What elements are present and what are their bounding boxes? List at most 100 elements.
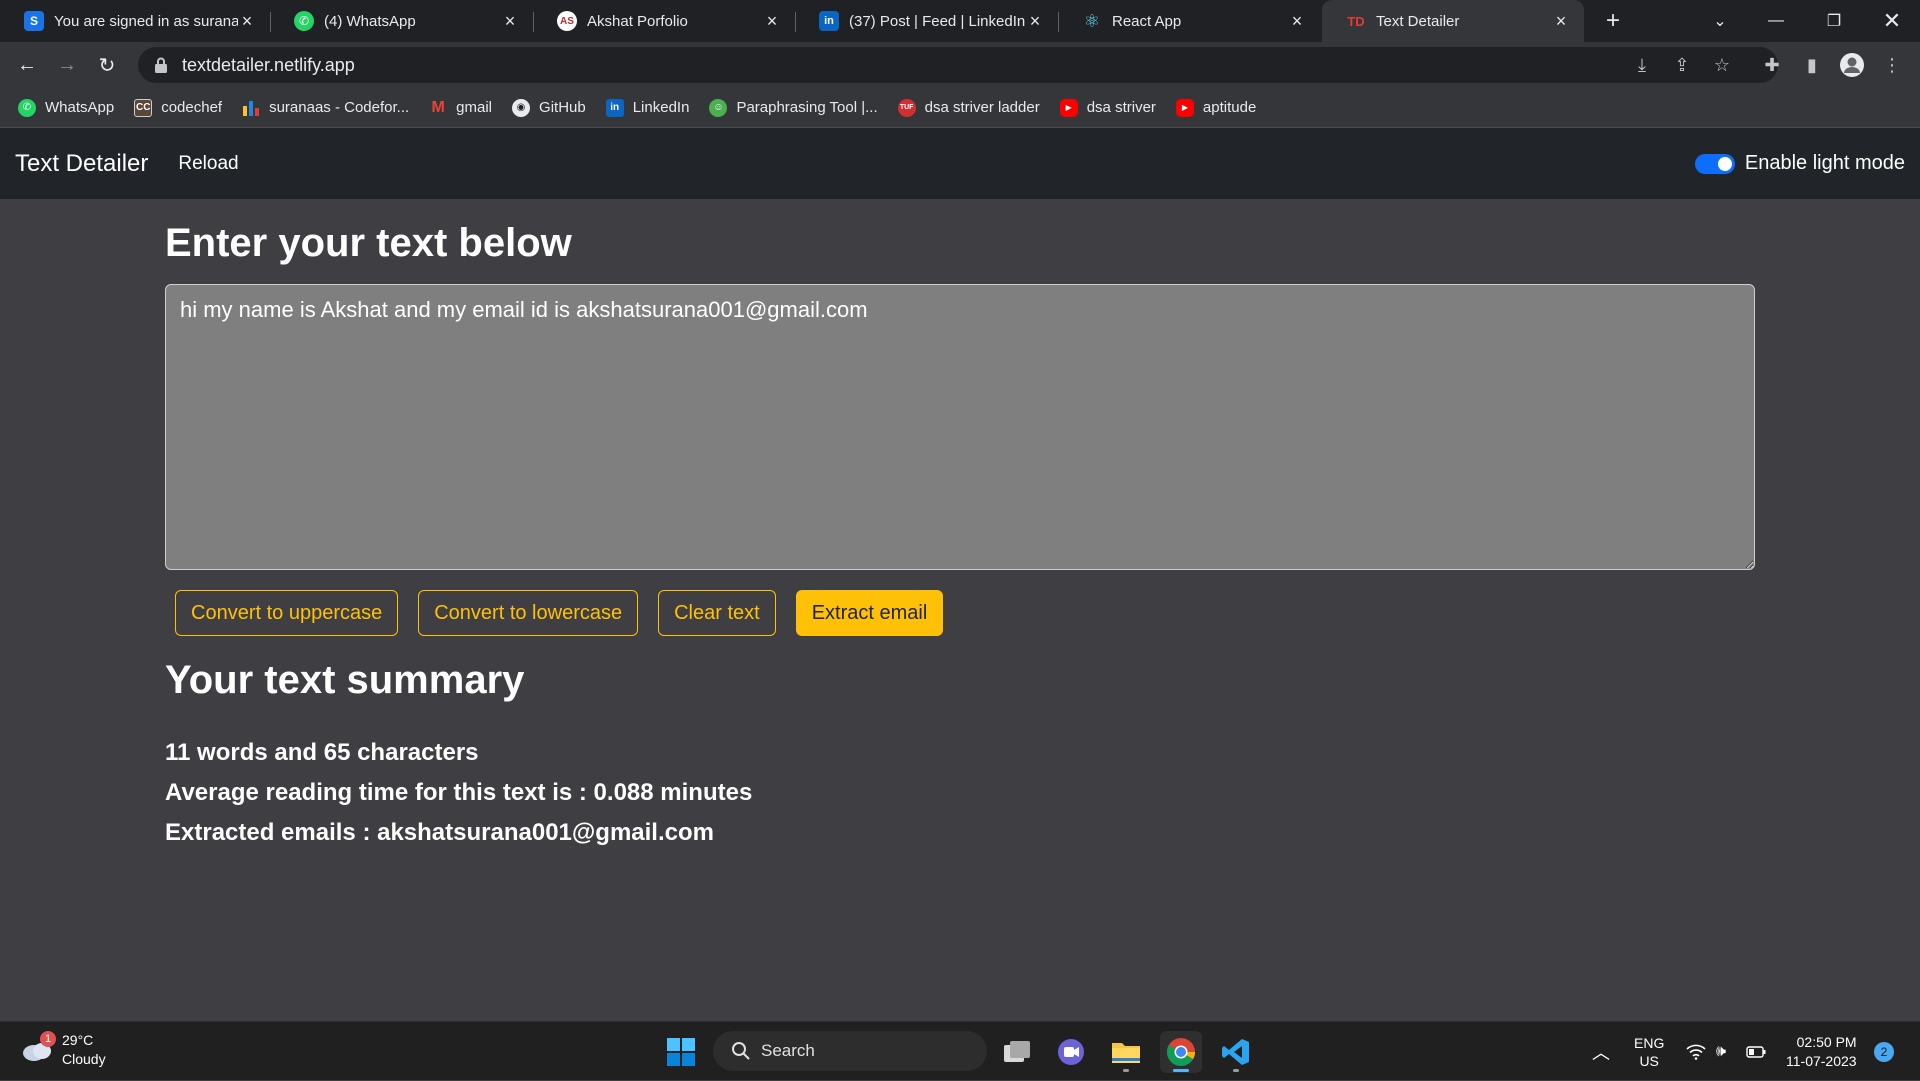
- tab-whatsapp[interactable]: ✆ (4) WhatsApp ×: [270, 0, 534, 42]
- install-icon[interactable]: ⤓: [1628, 51, 1656, 79]
- forward-button[interactable]: →: [52, 50, 82, 80]
- tab-search-chevron-icon[interactable]: ⌄: [1692, 0, 1748, 42]
- battery-icon[interactable]: [1746, 1022, 1766, 1081]
- close-icon[interactable]: ×: [1552, 11, 1570, 32]
- input-heading: Enter your text below: [165, 221, 572, 265]
- toggle-label[interactable]: Enable light mode: [1745, 152, 1905, 175]
- td-logo-icon: TD: [1347, 13, 1365, 29]
- clock[interactable]: 02:50 PM 11-07-2023: [1786, 1022, 1857, 1081]
- notification-badge[interactable]: 2: [1874, 1042, 1894, 1062]
- task-view-icon: [1004, 1041, 1030, 1062]
- paraphrase-icon: ☺: [709, 98, 728, 117]
- weather-temp: 29°C: [62, 1032, 94, 1048]
- text-input[interactable]: hi my name is Akshat and my email id is …: [165, 284, 1755, 570]
- bookmark-linkedin[interactable]: in LinkedIn: [605, 98, 690, 117]
- uppercase-button[interactable]: Convert to uppercase: [175, 590, 399, 636]
- bookmark-github[interactable]: ◉ GitHub: [512, 98, 586, 117]
- vscode-button[interactable]: [1215, 1031, 1257, 1073]
- bookmark-codechef[interactable]: CC codechef: [134, 98, 223, 117]
- reload-button[interactable]: ↻: [92, 50, 122, 80]
- bookmarks-bar: ✆ WhatsApp CC codechef suranaas - Codefo…: [0, 88, 1920, 128]
- tuf-icon: TUF: [897, 98, 916, 117]
- cloud-icon: 1: [20, 1031, 56, 1063]
- wifi-icon[interactable]: [1686, 1022, 1706, 1081]
- lang-bottom: US: [1639, 1052, 1659, 1069]
- gmail-icon: M: [431, 98, 445, 116]
- weather-widget[interactable]: 1 29°C Cloudy: [20, 1031, 106, 1069]
- search-placeholder: Search: [761, 1041, 815, 1060]
- close-icon[interactable]: ×: [1288, 11, 1306, 32]
- nav-reload-link[interactable]: Reload: [178, 153, 238, 175]
- extract-email-button[interactable]: Extract email: [795, 590, 944, 636]
- bookmark-label: codechef: [161, 99, 223, 116]
- codeforces-icon: [242, 99, 260, 117]
- taskbar-search[interactable]: Search: [713, 1031, 987, 1071]
- close-icon[interactable]: ×: [1026, 11, 1044, 32]
- url-text: textdetailer.netlify.app: [182, 54, 355, 75]
- chrome-button[interactable]: [1160, 1031, 1202, 1073]
- minimize-button[interactable]: —: [1748, 0, 1804, 42]
- tab-react-app[interactable]: ⚛ React App ×: [1058, 0, 1320, 42]
- bookmark-whatsapp[interactable]: ✆ WhatsApp: [18, 98, 115, 117]
- bookmark-star-icon[interactable]: ☆: [1708, 51, 1736, 79]
- tab-signed-in[interactable]: S You are signed in as surana ×: [0, 0, 271, 42]
- tab-text-detailer[interactable]: TD Text Detailer ×: [1322, 0, 1584, 42]
- lowercase-button[interactable]: Convert to lowercase: [418, 590, 639, 636]
- bookmark-codeforces[interactable]: suranaas - Codefor...: [242, 99, 409, 117]
- react-icon: ⚛: [1083, 10, 1101, 31]
- bookmark-label: WhatsApp: [45, 99, 115, 116]
- bookmark-gmail[interactable]: M gmail: [429, 98, 493, 117]
- lock-icon: [154, 57, 168, 73]
- bookmark-label: aptitude: [1202, 99, 1257, 116]
- browser-toolbar: ← → ↻ textdetailer.netlify.app ⤓ ⇪ ☆ ✚ ▮…: [0, 42, 1920, 88]
- tray-chevron-icon[interactable]: ︿: [1592, 1022, 1610, 1081]
- bookmark-dsa-striver[interactable]: ▶ dsa striver: [1059, 98, 1156, 117]
- weather-desc: Cloudy: [62, 1051, 106, 1067]
- side-panel-icon[interactable]: ▮: [1798, 51, 1826, 79]
- tab-title: (37) Post | Feed | LinkedIn: [849, 12, 1026, 30]
- youtube-icon: ▶: [1175, 98, 1194, 117]
- summary-heading: Your text summary: [165, 658, 525, 702]
- extensions-icon[interactable]: ✚: [1758, 51, 1786, 79]
- bookmark-aptitude[interactable]: ▶ aptitude: [1175, 98, 1257, 117]
- menu-kebab-icon[interactable]: ⋮: [1878, 51, 1906, 79]
- language-indicator[interactable]: ENG US: [1634, 1022, 1664, 1081]
- close-icon[interactable]: ×: [501, 11, 519, 32]
- running-indicator: [1173, 1069, 1189, 1072]
- browser-tabstrip: S You are signed in as surana × ✆ (4) Wh…: [0, 0, 1920, 42]
- task-view-button[interactable]: [996, 1031, 1038, 1073]
- new-tab-button[interactable]: +: [1598, 6, 1628, 36]
- profile-avatar[interactable]: [1838, 51, 1866, 79]
- extracted-emails: Extracted emails : akshatsurana001@gmail…: [165, 819, 714, 846]
- app-navbar: Text Detailer Reload Enable light mode: [0, 128, 1920, 199]
- running-indicator: [1233, 1069, 1239, 1072]
- teams-chat-icon: [1058, 1039, 1084, 1065]
- file-explorer-button[interactable]: [1105, 1031, 1147, 1073]
- bookmark-label: gmail: [456, 99, 493, 116]
- restore-button[interactable]: ❐: [1806, 0, 1862, 42]
- toggle-knob: [1717, 156, 1732, 171]
- codechef-icon: CC: [134, 98, 153, 117]
- clear-text-button[interactable]: Clear text: [658, 590, 776, 636]
- close-icon[interactable]: ×: [763, 11, 781, 32]
- back-button[interactable]: ←: [12, 50, 42, 80]
- address-bar[interactable]: textdetailer.netlify.app: [138, 47, 1778, 83]
- tab-linkedin[interactable]: in (37) Post | Feed | LinkedIn ×: [795, 0, 1059, 42]
- clock-time: 02:50 PM: [1796, 1033, 1857, 1050]
- teams-chat-button[interactable]: [1050, 1031, 1092, 1073]
- bookmark-paraphrasing-tool[interactable]: ☺ Paraphrasing Tool |...: [709, 98, 878, 117]
- light-mode-toggle[interactable]: Enable light mode: [1694, 152, 1905, 175]
- clock-date: 11-07-2023: [1786, 1052, 1857, 1069]
- bookmark-dsa-striver-ladder[interactable]: TUF dsa striver ladder: [897, 98, 1040, 117]
- app-brand[interactable]: Text Detailer: [15, 150, 148, 178]
- start-button[interactable]: [660, 1031, 702, 1073]
- toggle-switch[interactable]: [1694, 153, 1735, 174]
- volume-icon[interactable]: 🕪: [1716, 1022, 1726, 1081]
- close-icon[interactable]: ×: [238, 11, 256, 32]
- whatsapp-icon: ✆: [18, 98, 36, 117]
- summary-block: 11 words and 65 characters Average readi…: [165, 733, 1755, 853]
- share-icon[interactable]: ⇪: [1668, 51, 1696, 79]
- close-window-button[interactable]: ✕: [1864, 0, 1920, 42]
- bookmark-label: LinkedIn: [632, 99, 690, 116]
- tab-portfolio[interactable]: AS Akshat Porfolio ×: [533, 0, 796, 42]
